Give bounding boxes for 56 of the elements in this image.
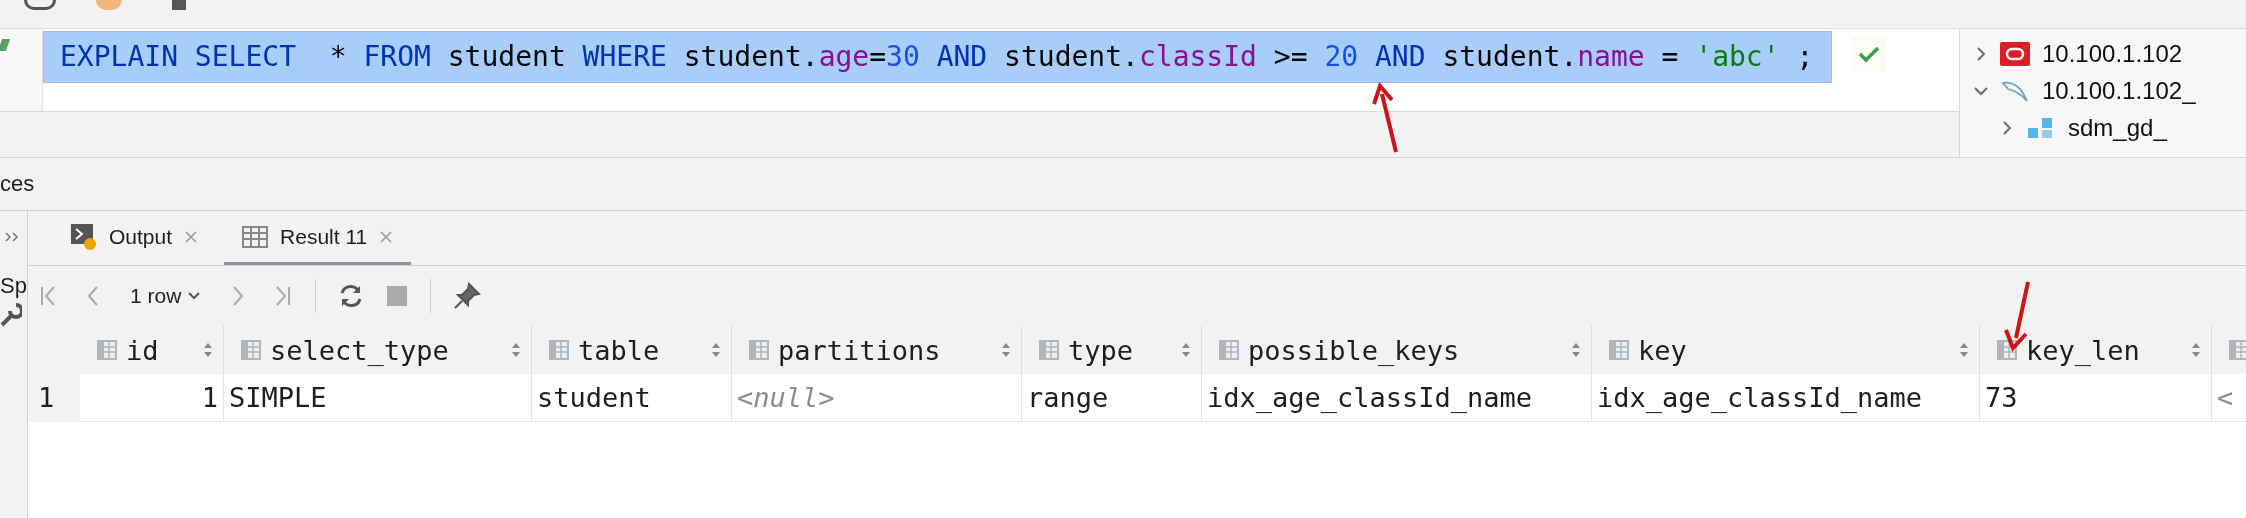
result-tab[interactable]: Result 11	[280, 224, 368, 249]
sort-icon[interactable]	[2191, 342, 2201, 358]
tree-item[interactable]: 10.100.1.102	[2042, 39, 2183, 68]
tree-item[interactable]: sdm_gd_	[2068, 113, 2167, 142]
caret-icon	[187, 291, 202, 301]
database-icon	[2000, 41, 2030, 66]
tree-item[interactable]: 10.100.1.102_	[2042, 76, 2196, 105]
close-icon[interactable]	[379, 229, 394, 244]
column-icon	[96, 339, 118, 361]
table-icon	[242, 225, 269, 248]
pin-icon[interactable]	[453, 282, 482, 310]
toolbar-icon[interactable]	[24, 0, 56, 10]
column-header[interactable]: possible_keys	[1248, 334, 1563, 366]
table-cell: range	[1022, 374, 1202, 422]
more-icon[interactable]	[4, 231, 20, 243]
column-icon	[1038, 339, 1060, 361]
column-header[interactable]: key_len	[2026, 334, 2183, 366]
column-header[interactable]: table	[578, 334, 703, 366]
console-icon	[71, 223, 97, 250]
side-label: Sp	[0, 273, 27, 299]
row-number: 1	[28, 374, 80, 422]
result-tab[interactable]: Output	[109, 224, 173, 249]
panel-title: ces	[0, 171, 35, 197]
check-icon	[1852, 37, 1887, 71]
table-cell: idx_age_classId_name	[1592, 374, 1980, 422]
sort-icon[interactable]	[1959, 342, 1969, 358]
row-count-dropdown[interactable]: 1 row	[126, 282, 206, 310]
column-icon	[240, 339, 262, 361]
table-cell: <	[2212, 374, 2246, 422]
table-cell: <null>	[732, 374, 1022, 422]
column-icon	[1218, 339, 1240, 361]
sort-icon[interactable]	[1001, 342, 1011, 358]
column-header[interactable]: type	[1068, 334, 1173, 366]
sort-icon[interactable]	[511, 342, 521, 358]
close-icon[interactable]	[184, 229, 199, 244]
column-header[interactable]: select_type	[270, 334, 503, 366]
column-icon	[1608, 339, 1630, 361]
sort-icon[interactable]	[203, 342, 213, 358]
table-cell: SIMPLE	[224, 374, 532, 422]
arrow-drawing	[2004, 281, 2030, 352]
sort-icon[interactable]	[711, 342, 721, 358]
wrench-icon[interactable]	[0, 303, 22, 327]
column-header[interactable]: partitions	[778, 334, 993, 366]
table-cell: 1	[80, 374, 224, 422]
arrow-drawing	[1372, 82, 1398, 153]
column-header[interactable]: id	[126, 334, 195, 366]
table-cell: idx_age_classId_name	[1202, 374, 1592, 422]
edit-marker-icon	[0, 39, 11, 51]
table-cell: 73	[1980, 374, 2212, 422]
sort-icon[interactable]	[1181, 342, 1191, 358]
table-cell: student	[532, 374, 732, 422]
column-icon	[748, 339, 770, 361]
column-icon	[548, 339, 570, 361]
column-header[interactable]: key	[1638, 334, 1951, 366]
sql-statement: EXPLAIN SELECT * FROM student WHERE student.age=30 AND student.classId >= 20 AND student.name = 'abc' ;	[43, 31, 1833, 83]
sort-icon[interactable]	[1571, 342, 1581, 358]
